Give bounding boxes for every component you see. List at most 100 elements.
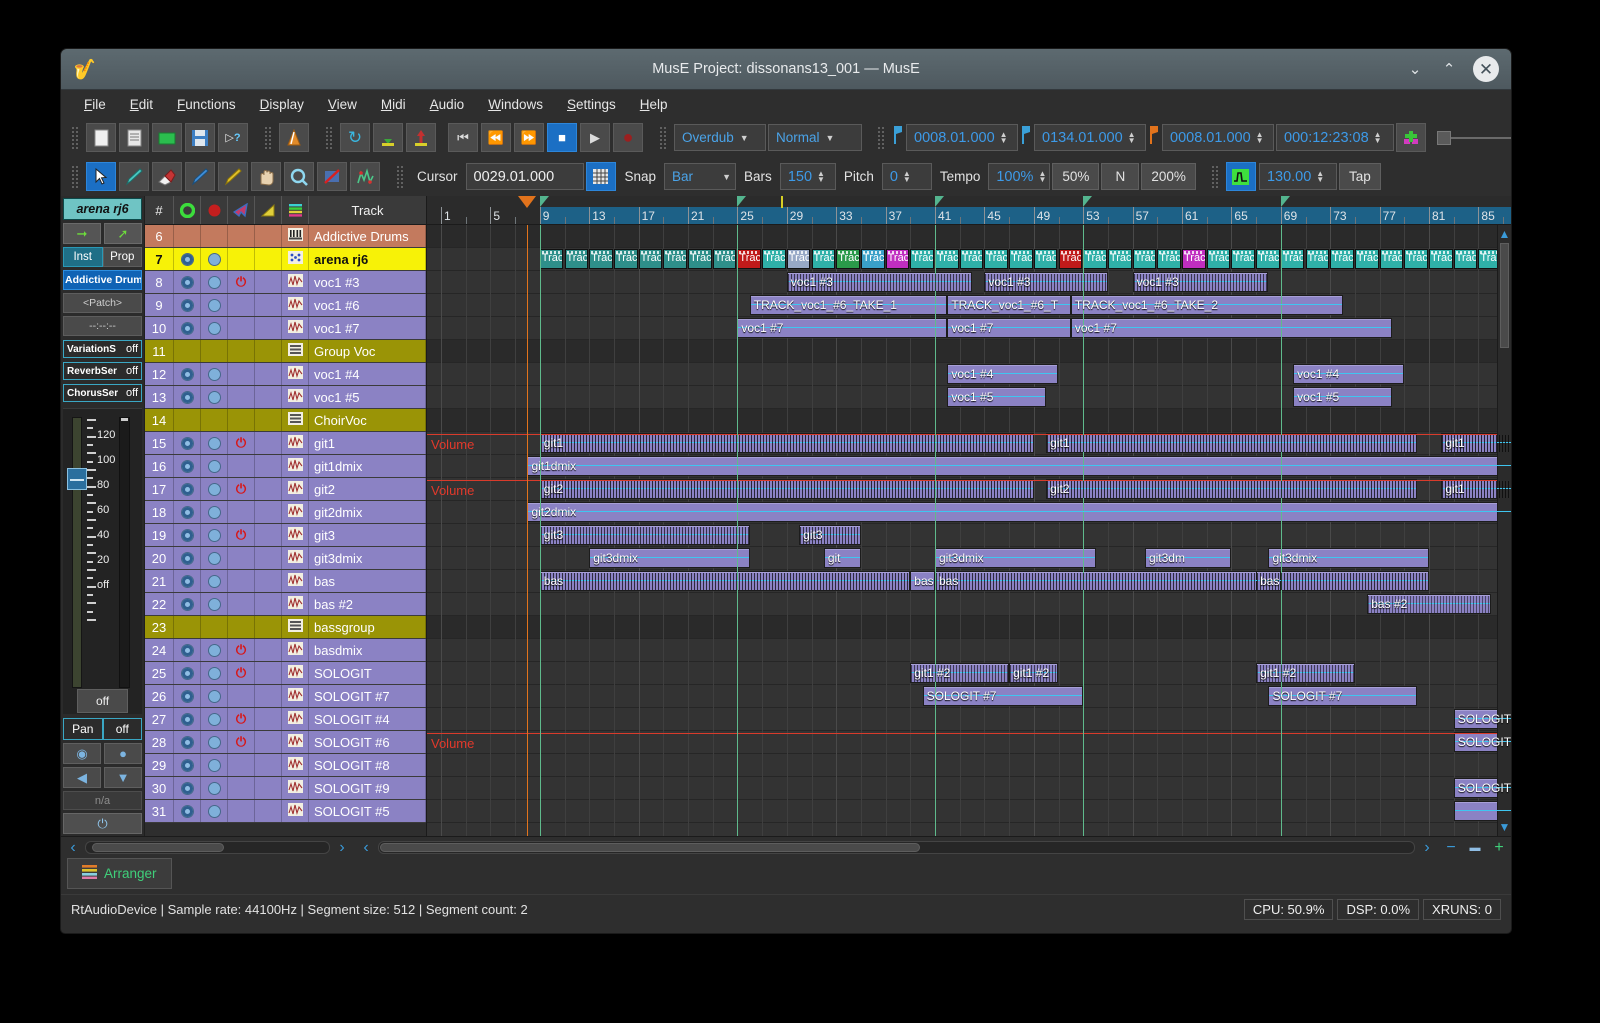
zoom-slider[interactable]: ▬	[1463, 842, 1487, 854]
fader-handle[interactable]	[67, 468, 87, 490]
tab-arranger[interactable]: Arranger	[67, 858, 172, 889]
audio-part[interactable]: git3	[799, 525, 861, 545]
track-row[interactable]: 10voc1 #7	[145, 317, 426, 340]
track-record-button[interactable]	[174, 386, 201, 408]
tracklist-scroll-left[interactable]: ‹	[61, 839, 85, 857]
track-name[interactable]: voc1 #4	[309, 363, 426, 385]
controller-reverb[interactable]: ReverbSer off	[63, 362, 142, 380]
tempo-field[interactable]: 100%▲▼	[988, 163, 1050, 190]
midi-part[interactable]: Track	[663, 249, 687, 269]
ruler-bar[interactable]: 1591317212529333741454953576165697377818…	[427, 207, 1511, 224]
punch-out-icon[interactable]	[406, 123, 436, 152]
spinner-arrows[interactable]: ▲▼	[1000, 132, 1008, 144]
track-power-button[interactable]	[228, 800, 255, 822]
canvas-scroll-left[interactable]: ‹	[354, 839, 378, 857]
track-power-button[interactable]: ⏻	[228, 662, 255, 684]
scroll-up-icon[interactable]: ▲	[1499, 227, 1511, 241]
track-off-button[interactable]	[255, 685, 282, 707]
track-off-button[interactable]	[255, 478, 282, 500]
track-mute-button[interactable]	[201, 271, 228, 293]
track-record-button[interactable]	[174, 455, 201, 477]
pointer-tool[interactable]	[86, 162, 116, 191]
program-field[interactable]: --:--:--	[63, 316, 142, 336]
record-button[interactable]: ●	[613, 123, 643, 152]
track-off-button[interactable]	[255, 340, 282, 362]
track-row[interactable]: 21bas	[145, 570, 426, 593]
part-canvas[interactable]: TrackTrackTrackTrackTrackTrackTrackTrack…	[427, 225, 1511, 836]
midi-part[interactable]: Track	[1182, 249, 1206, 269]
pan-tool[interactable]	[251, 162, 281, 191]
track-row[interactable]: 19⏻git3	[145, 524, 426, 547]
input-icon[interactable]: ▼	[104, 767, 142, 788]
midi-part[interactable]: Track	[1429, 249, 1453, 269]
track-power-button[interactable]	[228, 501, 255, 523]
tab-inst[interactable]: Inst	[63, 247, 103, 267]
track-record-button[interactable]	[174, 501, 201, 523]
track-record-button[interactable]	[174, 685, 201, 707]
audio-part[interactable]: git2dmix	[527, 502, 1511, 522]
track-row[interactable]: 24⏻basdmix	[145, 639, 426, 662]
track-record-button[interactable]	[174, 731, 201, 753]
fader-off-button[interactable]: off	[77, 689, 128, 713]
ruler-selection[interactable]	[540, 207, 1511, 224]
track-name[interactable]: Group Voc	[309, 340, 426, 362]
pan-value[interactable]: off	[103, 718, 143, 740]
track-name[interactable]: bas #2	[309, 593, 426, 615]
audio-part[interactable]: bas	[910, 571, 935, 591]
track-name[interactable]: bas	[309, 570, 426, 592]
track-record-button[interactable]	[174, 294, 201, 316]
track-row[interactable]: 9voc1 #6	[145, 294, 426, 317]
track-name[interactable]: git3dmix	[309, 547, 426, 569]
record-mode-combo[interactable]: Overdub▼	[674, 124, 766, 151]
punch-in-icon[interactable]	[373, 123, 403, 152]
track-record-button[interactable]	[174, 708, 201, 730]
track-record-button[interactable]	[174, 248, 201, 270]
midi-part[interactable]: Track	[1207, 249, 1231, 269]
whats-this-icon[interactable]: ▷?	[218, 123, 248, 152]
audio-part[interactable]: git3dm	[1145, 548, 1231, 568]
track-row[interactable]: 28⏻SOLOGIT #6	[145, 731, 426, 754]
audio-part[interactable]: voc1 #3	[984, 272, 1108, 292]
spinner-arrows[interactable]: ▲▼	[1256, 132, 1264, 144]
midi-part[interactable]: Track	[1355, 249, 1379, 269]
track-power-button[interactable]	[228, 317, 255, 339]
track-off-button[interactable]	[255, 800, 282, 822]
spinner-arrows[interactable]: ▲▼	[1038, 171, 1046, 183]
track-power-button[interactable]: ⏻	[228, 524, 255, 546]
audio-part[interactable]: SOLOGIT #5	[1454, 778, 1511, 798]
save-file-icon[interactable]	[185, 123, 215, 152]
track-row[interactable]: 31SOLOGIT #5	[145, 800, 426, 823]
track-power-button[interactable]	[228, 570, 255, 592]
minimize-button[interactable]: ⌄	[1405, 59, 1425, 79]
midi-part[interactable]: Track	[713, 249, 737, 269]
track-off-button[interactable]	[255, 593, 282, 615]
track-mute-button[interactable]	[201, 386, 228, 408]
play-button[interactable]: ▶	[580, 123, 610, 152]
audio-part[interactable]: git1	[1441, 433, 1511, 453]
audio-part[interactable]: SOLOGIT #8	[1454, 732, 1511, 752]
track-row[interactable]: 30SOLOGIT #9	[145, 777, 426, 800]
menu-file[interactable]: File	[73, 94, 117, 115]
tempo-normal-button[interactable]: N	[1101, 163, 1139, 190]
mute-tool[interactable]	[317, 162, 347, 191]
tracklist-scroll-thumb[interactable]	[92, 843, 224, 852]
left-marker-field[interactable]: 0008.01.000▲▼	[906, 124, 1018, 151]
track-off-button[interactable]	[255, 708, 282, 730]
toolbar-grip[interactable]	[325, 126, 334, 150]
track-mute-button[interactable]	[201, 455, 228, 477]
midi-part[interactable]: Track	[1231, 249, 1255, 269]
audio-part[interactable]: bas	[935, 571, 1429, 591]
toolbar-grip[interactable]	[71, 126, 80, 150]
tempo-200-button[interactable]: 200%	[1141, 163, 1196, 190]
midi-part[interactable]: Track	[1404, 249, 1428, 269]
audio-part[interactable]: SOLOGIT #7	[1268, 686, 1416, 706]
midi-part[interactable]: Track	[1454, 249, 1478, 269]
track-power-button[interactable]	[228, 616, 255, 638]
timeline-marker[interactable]	[1083, 196, 1092, 207]
track-record-button[interactable]	[174, 271, 201, 293]
midi-part[interactable]: Track	[1034, 249, 1058, 269]
track-power-button[interactable]: ⏻	[228, 731, 255, 753]
track-row[interactable]: 17⏻git2	[145, 478, 426, 501]
zoom-tool[interactable]	[284, 162, 314, 191]
audio-part[interactable]: voc1 #5	[1293, 387, 1392, 407]
